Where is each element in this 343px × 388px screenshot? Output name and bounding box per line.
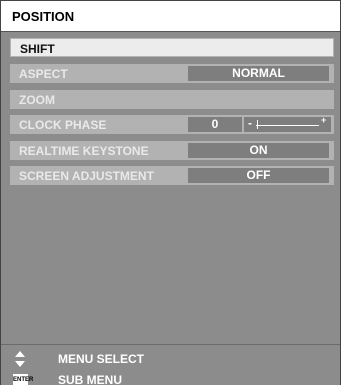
menu-item-screen-adjustment[interactable]: SCREEN ADJUSTMENT OFF bbox=[10, 166, 334, 185]
menu-title: POSITION bbox=[12, 9, 75, 24]
slider-track bbox=[256, 125, 319, 126]
menu-item-label: SHIFT bbox=[20, 42, 55, 56]
menu-item-label: ASPECT bbox=[19, 67, 68, 81]
menu-item-clock-phase[interactable]: CLOCK PHASE 0 - + bbox=[10, 115, 334, 134]
slider-plus: + bbox=[321, 115, 327, 125]
position-menu-panel: POSITION SHIFT ASPECT NORMAL ZOOM CLOCK … bbox=[0, 0, 341, 387]
menu-item-zoom[interactable]: ZOOM bbox=[10, 90, 334, 109]
slider-knob[interactable] bbox=[257, 120, 259, 129]
up-down-arrow-icon bbox=[15, 351, 25, 367]
menu-item-label: REALTIME KEYSTONE bbox=[19, 144, 149, 158]
menu-item-label: SCREEN ADJUSTMENT bbox=[19, 169, 154, 183]
menu-item-label: CLOCK PHASE bbox=[19, 118, 107, 132]
enter-icon: ENTER bbox=[13, 374, 33, 386]
screen-adjustment-value: OFF bbox=[188, 168, 329, 183]
clock-phase-value: 0 bbox=[188, 117, 242, 132]
menu-item-aspect[interactable]: ASPECT NORMAL bbox=[10, 64, 334, 83]
menu-item-label: ZOOM bbox=[19, 93, 55, 107]
footer-menu-select-label: MENU SELECT bbox=[58, 352, 145, 366]
aspect-value: NORMAL bbox=[188, 66, 329, 81]
footer-menu-select: MENU SELECT bbox=[13, 351, 313, 367]
slider-minus: - bbox=[248, 116, 252, 130]
footer-sub-menu: ENTER SUB MENU bbox=[13, 372, 313, 388]
menu-item-shift[interactable]: SHIFT bbox=[10, 38, 334, 57]
menu-header: POSITION bbox=[1, 1, 340, 32]
clock-phase-slider[interactable]: - + bbox=[244, 115, 331, 132]
menu-item-realtime-keystone[interactable]: REALTIME KEYSTONE ON bbox=[10, 141, 334, 160]
menu-footer: MENU SELECT ENTER SUB MENU bbox=[1, 344, 340, 387]
realtime-keystone-value: ON bbox=[188, 143, 329, 158]
